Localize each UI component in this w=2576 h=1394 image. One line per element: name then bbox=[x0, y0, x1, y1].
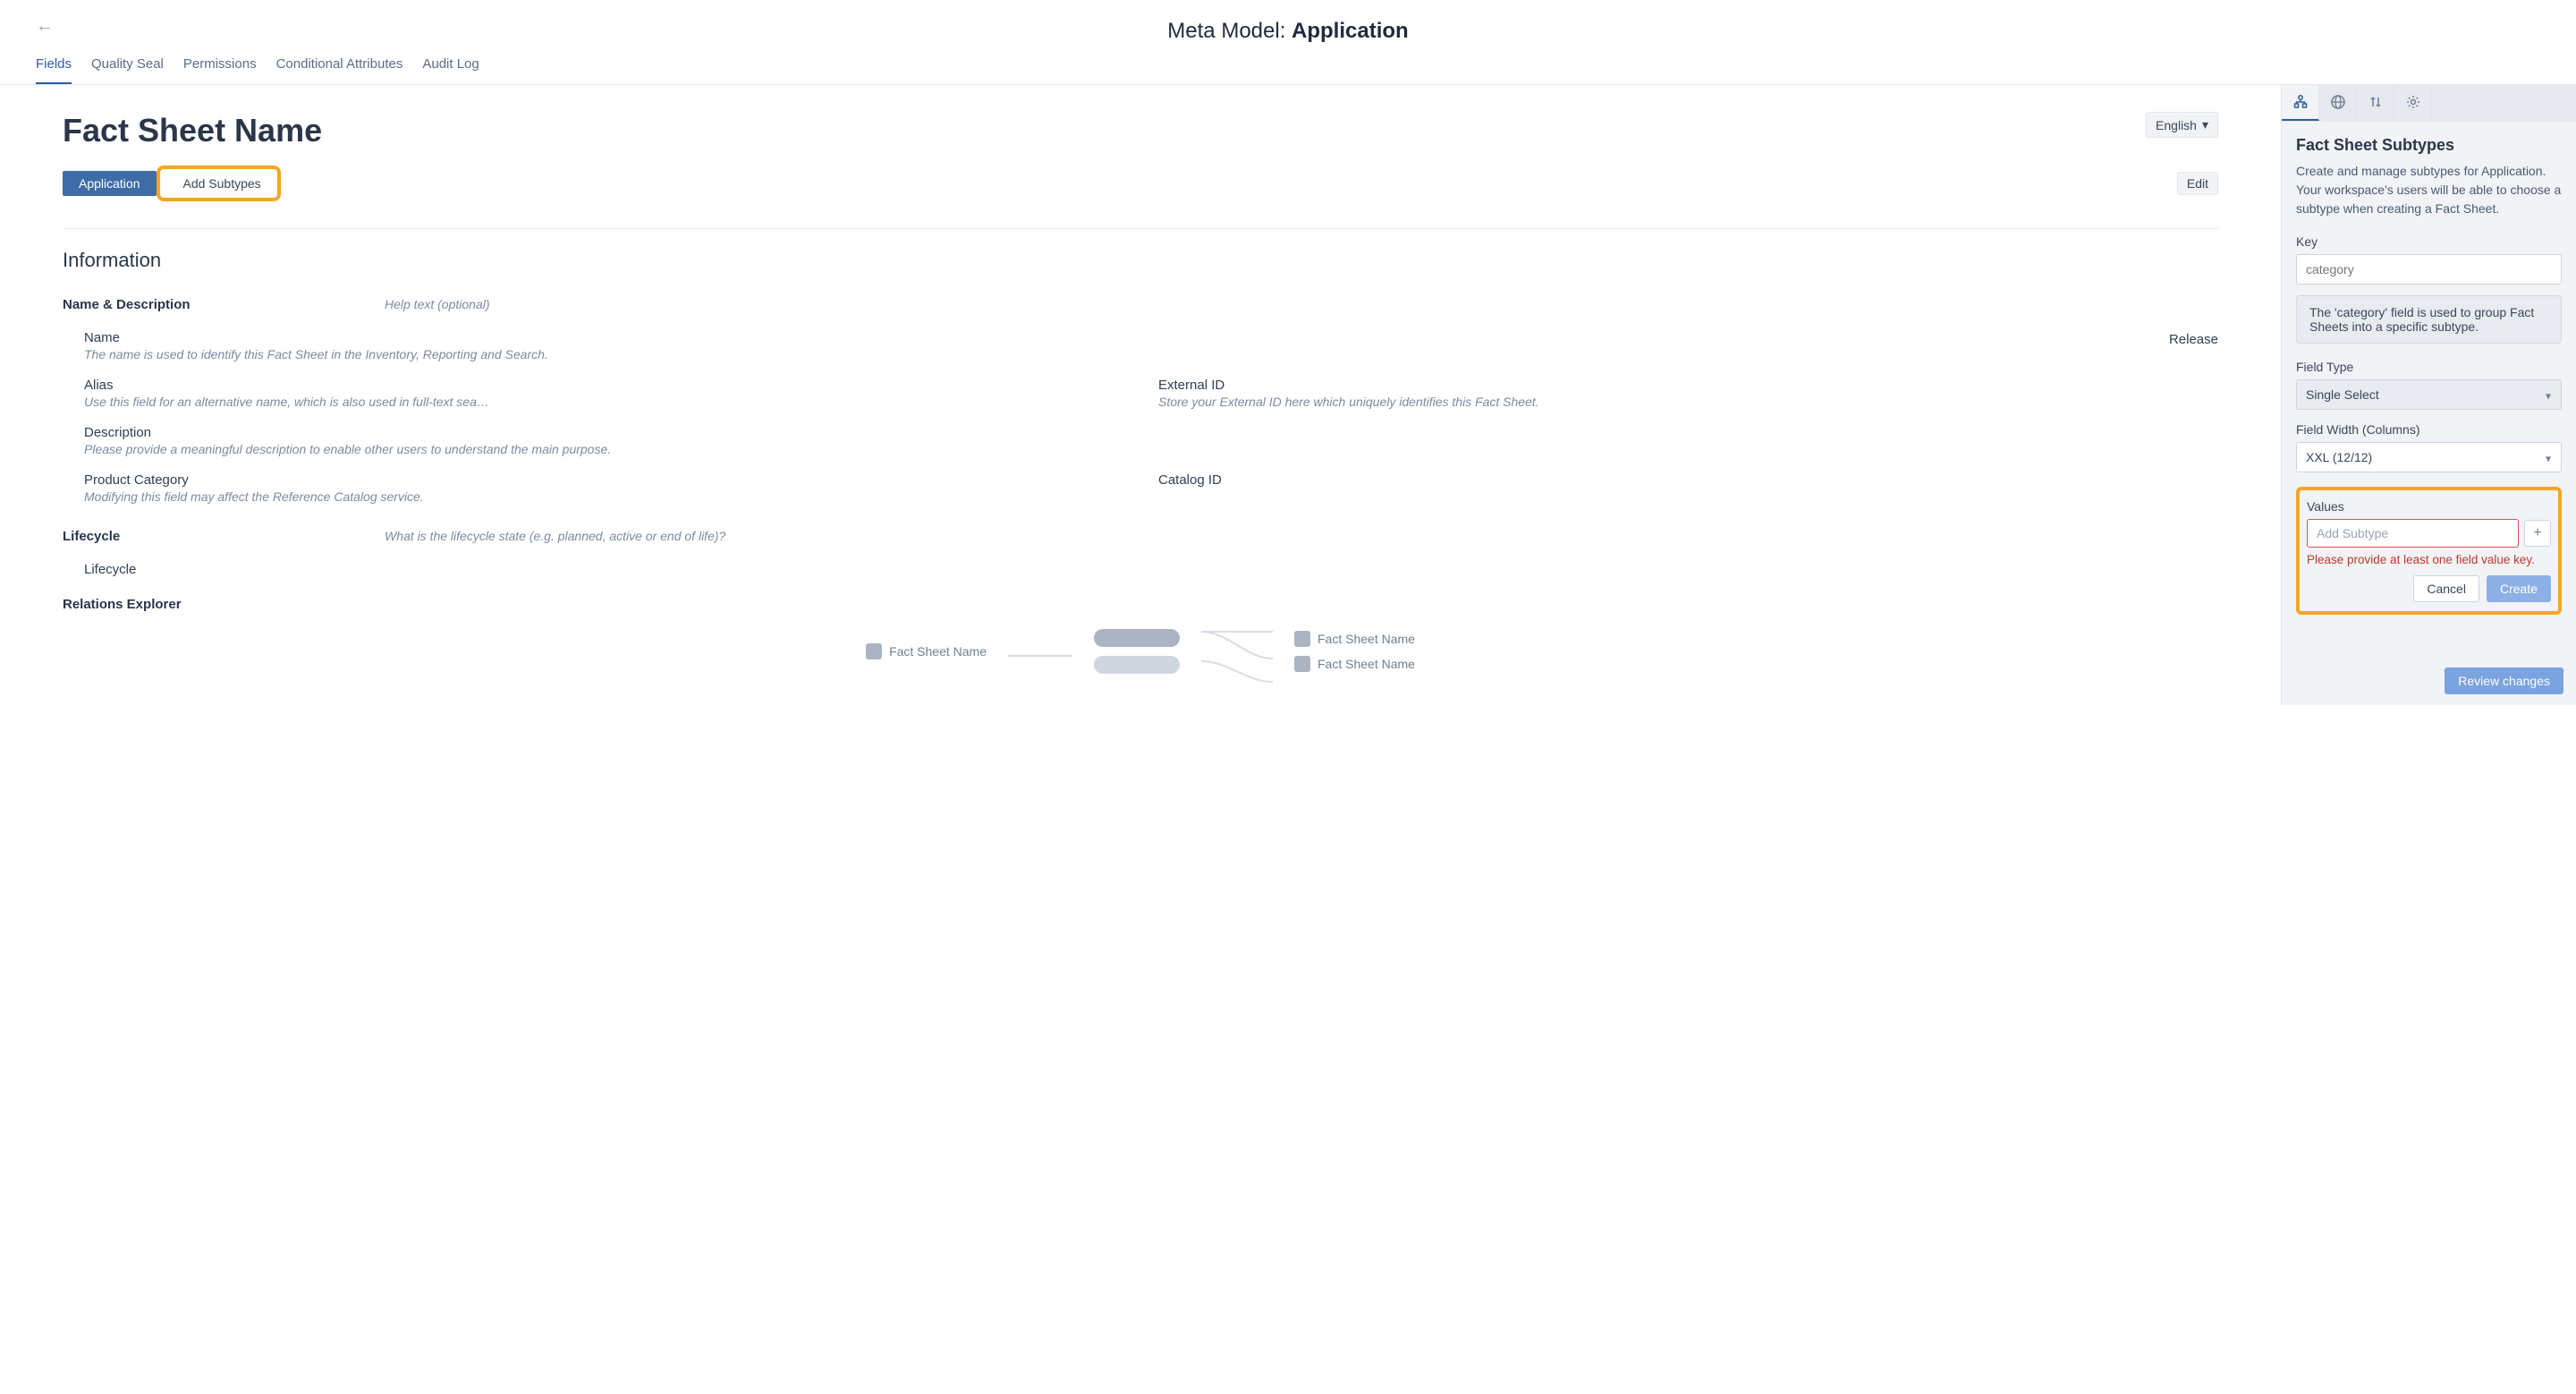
sidebar-tab-settings[interactable] bbox=[2394, 85, 2432, 121]
group-lifecycle: Lifecycle bbox=[63, 529, 385, 544]
gear-icon bbox=[2405, 94, 2421, 113]
field-description-label: Description bbox=[84, 425, 2218, 440]
sidebar-title: Fact Sheet Subtypes bbox=[2296, 136, 2562, 155]
cancel-button[interactable]: Cancel bbox=[2413, 575, 2479, 602]
chevron-down-icon: ▾ bbox=[2202, 117, 2208, 132]
key-input[interactable] bbox=[2296, 254, 2562, 285]
field-name-label: Name bbox=[84, 330, 1123, 345]
relations-node-right: Fact Sheet Name bbox=[1294, 631, 1415, 647]
field-name-desc: The name is used to identify this Fact S… bbox=[84, 347, 1123, 361]
tab-audit-log[interactable]: Audit Log bbox=[422, 56, 479, 84]
field-external-id-label: External ID bbox=[1158, 378, 2218, 393]
language-selector[interactable]: English ▾ bbox=[2146, 112, 2218, 138]
highlight-add-subtypes: Add Subtypes bbox=[157, 166, 281, 201]
node-square-icon bbox=[1294, 656, 1310, 672]
field-description-desc: Please provide a meaningful description … bbox=[84, 442, 2218, 456]
sidebar-description: Create and manage subtypes for Applicati… bbox=[2296, 162, 2562, 218]
node-label: Fact Sheet Name bbox=[1318, 632, 1415, 646]
add-subtypes-button[interactable]: Add Subtypes bbox=[169, 171, 275, 196]
values-error-text: Please provide at least one field value … bbox=[2307, 553, 2551, 566]
fact-sheet-heading: Fact Sheet Name bbox=[63, 112, 322, 149]
review-changes-button[interactable]: Review changes bbox=[2445, 667, 2563, 694]
relations-node-left: Fact Sheet Name bbox=[866, 643, 987, 659]
tab-fields[interactable]: Fields bbox=[36, 56, 72, 84]
sort-icon bbox=[2368, 94, 2384, 113]
add-value-button[interactable]: + bbox=[2524, 520, 2551, 547]
key-info-box: The 'category' field is used to group Fa… bbox=[2296, 295, 2562, 344]
relations-pill bbox=[1094, 629, 1180, 647]
field-width-select[interactable]: XXL (12/12) bbox=[2296, 442, 2562, 472]
field-external-id-desc: Store your External ID here which unique… bbox=[1158, 395, 2218, 409]
sidebar-tab-sort[interactable] bbox=[2357, 85, 2394, 121]
highlight-values-section: Values + Please provide at least one fie… bbox=[2296, 487, 2562, 615]
connector-curves bbox=[1201, 625, 1273, 678]
field-width-label: Field Width (Columns) bbox=[2296, 422, 2562, 437]
group-help-text: Help text (optional) bbox=[385, 297, 2218, 311]
tab-quality-seal[interactable]: Quality Seal bbox=[91, 56, 164, 84]
sidebar-tabs bbox=[2282, 85, 2576, 122]
node-square-icon bbox=[866, 643, 882, 659]
key-label: Key bbox=[2296, 234, 2562, 249]
sidebar-tab-globe[interactable] bbox=[2319, 85, 2357, 121]
page-title: Meta Model: Application bbox=[36, 19, 2540, 44]
group-lifecycle-help: What is the lifecycle state (e.g. planne… bbox=[385, 529, 2218, 543]
plus-icon: + bbox=[2533, 525, 2541, 541]
field-type-select[interactable]: Single Select bbox=[2296, 379, 2562, 410]
page-title-prefix: Meta Model: bbox=[1167, 19, 1292, 43]
group-name-description: Name & Description bbox=[63, 297, 385, 312]
relations-node-right: Fact Sheet Name bbox=[1294, 656, 1415, 672]
tab-permissions[interactable]: Permissions bbox=[183, 56, 257, 84]
field-type-label: Field Type bbox=[2296, 360, 2562, 374]
tab-conditional-attributes[interactable]: Conditional Attributes bbox=[276, 56, 403, 84]
language-label: English bbox=[2156, 118, 2197, 132]
values-label: Values bbox=[2307, 499, 2551, 514]
node-label: Fact Sheet Name bbox=[1318, 657, 1415, 671]
relations-diagram: Fact Sheet Name Fact Sheet Name bbox=[63, 625, 2218, 678]
connector-line bbox=[1008, 655, 1072, 657]
subtype-pill-application[interactable]: Application bbox=[63, 171, 157, 196]
field-lifecycle-label: Lifecycle bbox=[84, 562, 2218, 577]
edit-button[interactable]: Edit bbox=[2177, 172, 2218, 195]
section-title-information: Information bbox=[63, 249, 2218, 272]
field-product-category-desc: Modifying this field may affect the Refe… bbox=[84, 489, 1123, 504]
globe-icon bbox=[2330, 94, 2346, 113]
relations-explorer-title: Relations Explorer bbox=[63, 597, 2218, 612]
back-arrow-icon[interactable]: ← bbox=[36, 16, 54, 37]
field-alias-desc: Use this field for an alternative name, … bbox=[84, 395, 1123, 409]
field-alias-label: Alias bbox=[84, 378, 1123, 393]
sidebar-tab-structure[interactable] bbox=[2282, 85, 2319, 121]
nav-tabs: Fields Quality Seal Permissions Conditio… bbox=[0, 56, 2576, 85]
release-label: Release bbox=[1158, 332, 2218, 347]
field-product-category-label: Product Category bbox=[84, 472, 1123, 488]
relations-pill bbox=[1094, 656, 1180, 674]
create-button[interactable]: Create bbox=[2487, 575, 2551, 602]
field-catalog-id-label: Catalog ID bbox=[1158, 472, 2218, 488]
node-label: Fact Sheet Name bbox=[889, 644, 987, 659]
page-title-entity: Application bbox=[1292, 19, 1409, 43]
node-square-icon bbox=[1294, 631, 1310, 647]
divider bbox=[63, 228, 2218, 229]
add-subtype-input[interactable] bbox=[2307, 519, 2519, 548]
